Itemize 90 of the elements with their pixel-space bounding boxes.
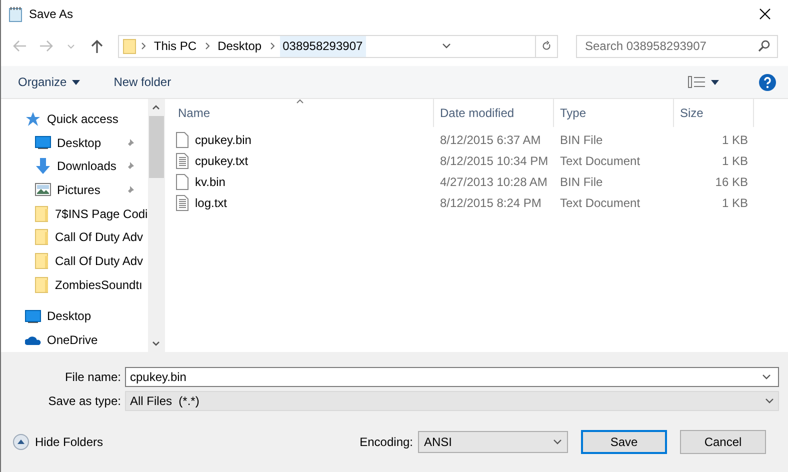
folder-icon: [35, 253, 49, 270]
file-name: log.txt: [195, 196, 228, 210]
folder-icon: [35, 229, 49, 246]
folder-icon: [35, 206, 49, 222]
save-type-dropdown[interactable]: All Files (*.*): [125, 391, 779, 411]
date-cell-text: 8/12/2015 6:37 AM: [439, 132, 542, 146]
scrollbar-thumb[interactable]: [148, 116, 164, 178]
breadcrumb-item[interactable]: 038958293907: [280, 36, 366, 56]
type-cell-text: BIN File: [559, 132, 604, 146]
nav-item[interactable]: Quick access: [1, 107, 148, 131]
encoding-dropdown[interactable]: ANSI: [418, 431, 568, 453]
dropdown-caret-icon: [442, 43, 451, 49]
chevron-icon: [140, 42, 146, 50]
caret-icon: [711, 80, 719, 84]
nav-item[interactable]: Downloads: [1, 154, 148, 178]
down-arrow-icon: [35, 158, 51, 174]
up-circle-icon: [13, 434, 29, 450]
date-cell-text: 8/12/2015 8:24 PM: [439, 196, 542, 210]
file-name: cpukey.bin: [195, 132, 252, 146]
save-type-label: Save as type:: [47, 394, 122, 408]
blank-file-icon: [176, 174, 189, 190]
new-folder-button[interactable]: New folder: [108, 73, 178, 91]
type-cell-text: Text Document: [559, 154, 642, 168]
text-file-icon: [176, 194, 189, 210]
search-icon: [758, 40, 770, 52]
up-arrow-icon: [91, 39, 104, 53]
nav-item[interactable]: OneDrive: [1, 328, 148, 352]
close-icon: [759, 8, 771, 20]
cloud-icon: [25, 335, 41, 346]
dropdown-caret-icon: [762, 374, 771, 380]
monitor-icon: [25, 310, 41, 323]
monitor-icon: [35, 136, 51, 150]
folder-icon: [122, 38, 136, 54]
date-cell-text: 4/27/2013 10:28 AM: [439, 174, 548, 188]
scrollbar[interactable]: [148, 99, 165, 352]
help-icon[interactable]: [759, 74, 776, 90]
search-field[interactable]: Search 038958293907: [576, 34, 778, 58]
chevron-icon: [270, 42, 275, 50]
file-name-field[interactable]: cpukey.bin: [125, 367, 779, 387]
notepad-icon: [9, 6, 23, 22]
file-name: kv.bin: [195, 174, 226, 188]
down-chevron-icon: [152, 341, 160, 346]
file-name-label: File name:: [64, 370, 122, 384]
dropdown-caret-icon: [553, 439, 562, 445]
date-cell-text: 8/12/2015 10:34 PM: [439, 154, 550, 168]
folder-icon: [35, 276, 49, 293]
column-header[interactable]: Type: [554, 99, 674, 127]
size-cell-text: 1 KB: [720, 132, 749, 146]
save-button[interactable]: Save: [581, 430, 667, 454]
column-header[interactable]: Date modified: [434, 99, 554, 127]
left-arrow-icon: [12, 40, 27, 52]
file-row[interactable]: kv.bin 4/27/2013 10:28 AM BIN File 16 KB: [164, 171, 788, 192]
chevron-icon: [204, 42, 210, 50]
picture-icon: [35, 183, 51, 196]
column-header[interactable]: Name: [164, 99, 434, 127]
text-file-icon: [176, 152, 189, 168]
nav-item[interactable]: Pictures: [1, 178, 148, 202]
type-cell-text: BIN File: [559, 174, 604, 188]
caret-icon: [72, 80, 80, 84]
up-chevron-icon: [152, 105, 160, 110]
window-title: Save As: [29, 7, 74, 21]
star-icon: [25, 110, 41, 127]
type-cell-text: Text Document: [559, 196, 642, 210]
nav-item[interactable]: Call Of Duty Adv: [1, 226, 148, 250]
file-row[interactable]: log.txt 8/12/2015 8:24 PM Text Document 1 KB: [164, 192, 788, 213]
nav-item[interactable]: 7$INS Page Codi: [1, 202, 148, 226]
organize-button[interactable]: Organize: [12, 73, 86, 91]
size-cell-text: 1 KB: [720, 154, 749, 168]
nav-item[interactable]: Desktop: [1, 130, 148, 154]
nav-item[interactable]: Desktop: [1, 304, 148, 328]
size-cell-text: 1 KB: [720, 196, 749, 210]
cancel-button[interactable]: Cancel: [680, 430, 766, 454]
nav-item[interactable]: ZombiesSoundtı: [1, 272, 148, 297]
file-row[interactable]: cpukey.bin 8/12/2015 6:37 AM BIN File 1 KB: [164, 129, 788, 150]
column-header[interactable]: Size: [674, 99, 754, 127]
dropdown-caret-icon: [765, 398, 774, 404]
list-view-icon: [688, 76, 706, 88]
size-cell-text: 16 KB: [714, 174, 749, 188]
address-bar[interactable]: This PC Desktop 038958293907: [118, 34, 558, 58]
chevron-icon: [67, 44, 76, 48]
encoding-label: Encoding:: [360, 435, 413, 449]
breadcrumb-item[interactable]: Desktop: [214, 36, 265, 56]
nav-item[interactable]: Call Of Duty Adv: [1, 249, 148, 273]
hide-folders-button[interactable]: Hide Folders: [13, 434, 104, 450]
refresh-icon: [542, 40, 551, 52]
breadcrumb-item[interactable]: This PC: [150, 36, 200, 56]
file-row[interactable]: cpukey.txt 8/12/2015 10:34 PM Text Document 1 KB: [164, 150, 788, 171]
file-name: cpukey.txt: [195, 154, 248, 168]
right-arrow-icon: [38, 40, 53, 52]
blank-file-icon: [176, 132, 189, 148]
